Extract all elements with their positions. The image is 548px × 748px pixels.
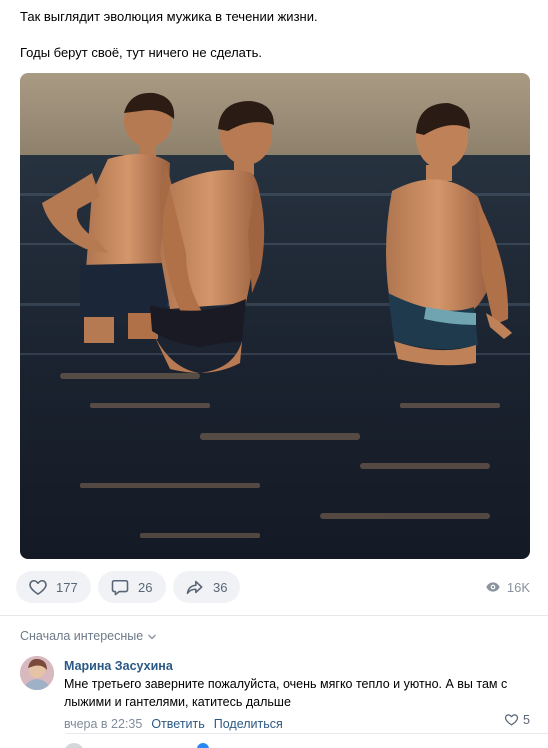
post-text: Так выглядит эволюция мужика в течении ж… bbox=[20, 8, 530, 62]
comment-body: Марина Засухина Мне третьего заверните п… bbox=[64, 658, 530, 732]
post-photo[interactable] bbox=[20, 73, 530, 559]
comment-text: Мне третьего заверните пожалуйста, очень… bbox=[64, 677, 508, 709]
comment-like-button[interactable]: 5 bbox=[504, 712, 530, 727]
next-comment-avatar bbox=[64, 743, 84, 748]
post-text-line-2: Годы берут своё, тут ничего не сделать. bbox=[20, 45, 262, 60]
eye-icon bbox=[486, 582, 500, 592]
share-arrow-icon bbox=[186, 580, 203, 595]
comment-time[interactable]: вчера в 22:35 bbox=[64, 716, 142, 732]
share-button[interactable]: 36 bbox=[173, 571, 240, 603]
like-button[interactable]: 177 bbox=[16, 571, 91, 603]
comments-sort-label: Сначала интересные bbox=[20, 629, 144, 643]
comment-count: 26 bbox=[138, 579, 153, 595]
chevron-down-icon bbox=[148, 634, 156, 640]
avatar[interactable] bbox=[20, 656, 54, 690]
divider bbox=[0, 615, 548, 616]
heart-icon bbox=[504, 714, 519, 726]
comment-button[interactable]: 26 bbox=[98, 571, 166, 603]
comments-sort-dropdown[interactable]: Сначала интересные bbox=[20, 629, 157, 643]
share-comment-link[interactable]: Поделиться bbox=[214, 716, 283, 732]
next-comment-badge bbox=[197, 743, 209, 748]
post-actions: 177 26 36 16K bbox=[16, 571, 530, 603]
like-count: 177 bbox=[56, 579, 78, 595]
comment-like-count: 5 bbox=[523, 712, 530, 727]
comment-meta: вчера в 22:35 Ответить Поделиться bbox=[64, 716, 530, 732]
views-count: 16K bbox=[506, 579, 530, 595]
reply-link[interactable]: Ответить bbox=[151, 716, 204, 732]
avatar-image bbox=[20, 656, 54, 690]
comment-author[interactable]: Марина Засухина bbox=[64, 658, 530, 674]
divider bbox=[66, 733, 548, 734]
post-photo-image bbox=[20, 73, 530, 559]
heart-icon bbox=[29, 579, 47, 595]
post-text-line-1: Так выглядит эволюция мужика в течении ж… bbox=[20, 9, 318, 24]
speech-bubble-icon bbox=[111, 579, 129, 596]
share-count: 36 bbox=[213, 579, 228, 595]
views-counter: 16K bbox=[485, 571, 530, 603]
